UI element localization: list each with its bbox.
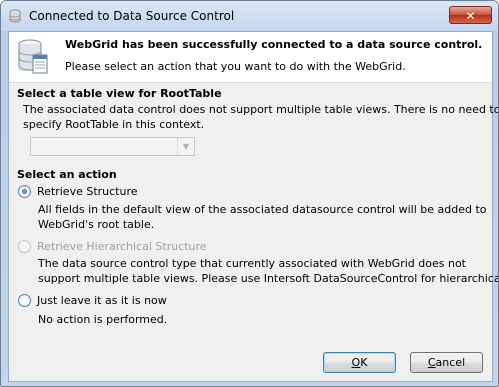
ok-button[interactable]: OK bbox=[323, 352, 396, 373]
chevron-down-icon[interactable]: ▼ bbox=[177, 138, 194, 155]
cancel-label-rest: ancel bbox=[435, 356, 466, 369]
radio-retrieve-structure-label[interactable]: Retrieve Structure bbox=[37, 185, 138, 198]
table-view-label: Select a table view for RootTable bbox=[17, 87, 222, 100]
header-title: WebGrid has been successfully connected … bbox=[65, 38, 483, 51]
database-icon bbox=[9, 9, 21, 23]
dialog-client: WebGrid has been successfully connected … bbox=[8, 31, 498, 382]
cancel-button[interactable]: Cancel bbox=[410, 352, 483, 373]
header-subtitle: Please select an action that you want to… bbox=[65, 60, 406, 73]
cancel-mnemonic: C bbox=[427, 356, 436, 369]
table-view-desc-line2: specify RootTable in this context. bbox=[23, 118, 205, 131]
retrieve-hierarchical-desc-line2: support multiple table views. Please use… bbox=[38, 272, 499, 285]
title-bar[interactable]: Connected to Data Source Control ✕ bbox=[1, 1, 498, 31]
retrieve-structure-desc-line1: All fields in the default view of the as… bbox=[38, 203, 487, 216]
radio-leave-as-is-label[interactable]: Just leave it as it is now bbox=[37, 294, 167, 307]
action-label: Select an action bbox=[17, 168, 117, 181]
close-icon: ✕ bbox=[465, 9, 476, 23]
radio-retrieve-hierarchical bbox=[18, 240, 31, 253]
table-view-desc-line1: The associated data control does not sup… bbox=[23, 103, 499, 116]
ok-mnemonic: O bbox=[351, 356, 361, 369]
ok-label-rest: K bbox=[360, 356, 368, 369]
header-panel: WebGrid has been successfully connected … bbox=[9, 32, 492, 83]
radio-retrieve-structure[interactable] bbox=[18, 185, 31, 198]
radio-leave-as-is[interactable] bbox=[18, 294, 31, 307]
window-title: Connected to Data Source Control bbox=[29, 9, 235, 23]
leave-as-is-desc: No action is performed. bbox=[38, 313, 168, 326]
close-button[interactable]: ✕ bbox=[449, 6, 492, 24]
retrieve-structure-desc-line2: WebGrid's root table. bbox=[38, 218, 155, 231]
database-icon bbox=[18, 39, 48, 74]
retrieve-hierarchical-desc-line1: The data source control type that curren… bbox=[38, 257, 466, 270]
dialog-window: Connected to Data Source Control ✕ WebGr… bbox=[0, 0, 499, 387]
root-table-combo[interactable]: ▼ bbox=[30, 137, 195, 156]
radio-retrieve-hierarchical-label: Retrieve Hierarchical Structure bbox=[37, 240, 207, 253]
